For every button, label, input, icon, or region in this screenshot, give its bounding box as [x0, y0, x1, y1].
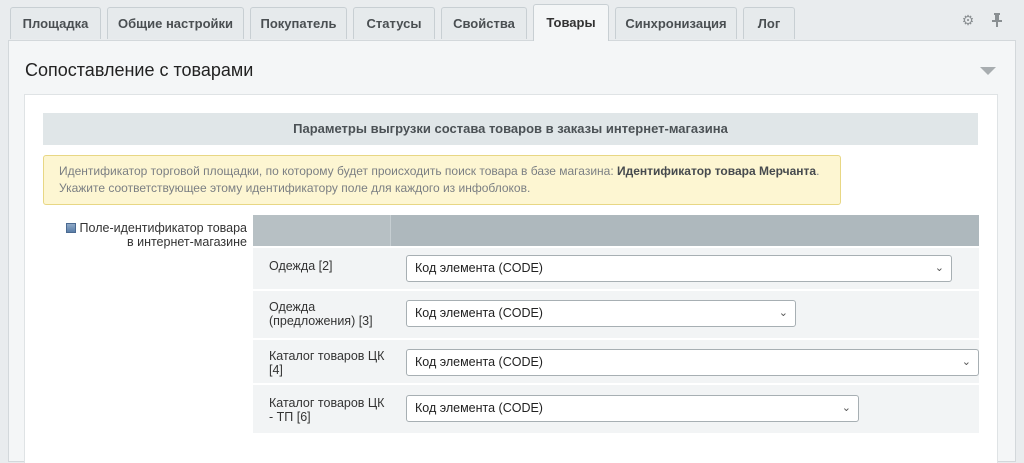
help-icon[interactable] [65, 223, 76, 233]
collapse-arrow-icon[interactable] [980, 67, 996, 75]
row-label: Каталог товаров ЦК [4] [269, 349, 385, 377]
row-label: Каталог товаров ЦК - ТП [6] [269, 396, 385, 424]
tab-products[interactable]: Товары [533, 4, 609, 41]
select-value: Код элемента (CODE) [415, 306, 543, 320]
gear-icon[interactable]: ⚙ [961, 13, 975, 27]
mapping-row: Одежда [2] Код элемента (CODE) ⌄ [253, 248, 979, 289]
tab-site[interactable]: Площадка [10, 7, 101, 39]
tab-general-settings[interactable]: Общие настройки [107, 7, 244, 39]
tab-bar: Площадка Общие настройки Покупатель Стат… [0, 0, 1024, 41]
row-label: Одежда (предложения) [3] [269, 300, 373, 328]
select-value: Код элемента (CODE) [415, 355, 543, 369]
chevron-down-icon: ⌄ [934, 262, 944, 274]
select-value: Код элемента (CODE) [415, 401, 543, 415]
row-label: Одежда [2] [269, 259, 333, 273]
grid-header-col-label [253, 215, 390, 246]
mapping-grid-header [253, 215, 979, 246]
chevron-down-icon: ⌄ [961, 356, 971, 368]
section-heading: Параметры выгрузки состава товаров в зак… [43, 113, 978, 145]
products-panel: Сопоставление с товарами Параметры выгру… [8, 40, 1016, 463]
grid-header-divider [390, 215, 391, 246]
tab-statuses[interactable]: Статусы [353, 7, 435, 39]
pin-icon[interactable] [990, 13, 1004, 27]
info-notice: Идентификатор торговой площадки, по кото… [43, 155, 841, 205]
notice-text: Идентификатор торговой площадки, по кото… [59, 164, 617, 178]
select-value: Код элемента (CODE) [415, 261, 543, 275]
field-select-3[interactable]: Код элемента (CODE) ⌄ [406, 300, 796, 327]
chevron-down-icon: ⌄ [778, 307, 788, 319]
mapping-row: Каталог товаров ЦК [4] Код элемента (COD… [253, 340, 979, 383]
tab-buyer[interactable]: Покупатель [250, 7, 347, 39]
mapping-row: Одежда (предложения) [3] Код элемента (C… [253, 291, 979, 338]
chevron-down-icon: ⌄ [841, 402, 851, 414]
tab-properties[interactable]: Свойства [441, 7, 527, 39]
tab-log[interactable]: Лог [743, 7, 795, 39]
field-label-text: Поле-идентификатор товара в интернет-маг… [79, 221, 247, 249]
field-select-2[interactable]: Код элемента (CODE) ⌄ [406, 255, 952, 282]
panel-body: Параметры выгрузки состава товаров в зак… [24, 94, 998, 463]
panel-title: Сопоставление с товарами [25, 60, 254, 80]
field-select-4[interactable]: Код элемента (CODE) ⌄ [406, 349, 979, 376]
field-label: Поле-идентификатор товара в интернет-маг… [65, 221, 247, 249]
notice-bold-text: Идентификатор товара Мерчанта [617, 164, 817, 178]
field-select-6[interactable]: Код элемента (CODE) ⌄ [406, 395, 859, 422]
tab-sync[interactable]: Синхронизация [615, 7, 737, 39]
mapping-row: Каталог товаров ЦК - ТП [6] Код элемента… [253, 385, 979, 433]
